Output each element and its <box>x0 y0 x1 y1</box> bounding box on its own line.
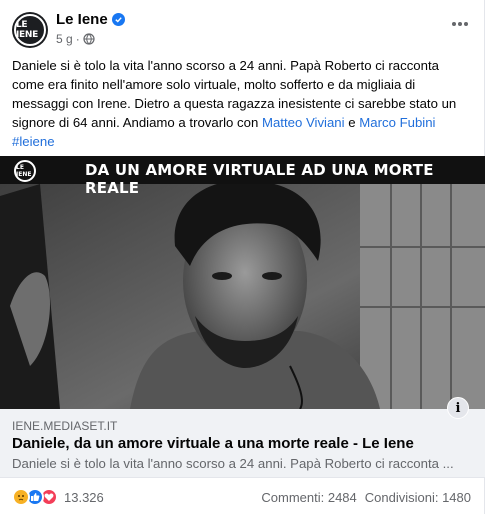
info-icon: i <box>455 400 461 416</box>
page-name-link[interactable]: Le Iene <box>56 11 108 28</box>
hashtag-leiene[interactable]: #leiene <box>12 134 55 149</box>
post-header: LE IENE Le Iene 5 g · <box>0 0 485 52</box>
avatar-logo-text: LE IENE <box>16 20 38 40</box>
comments-count[interactable]: Commenti: 2484 <box>261 490 356 505</box>
link-description: Daniele si è tolo la vita l'anno scorso … <box>12 456 454 471</box>
reaction-count[interactable]: 13.326 <box>64 490 104 505</box>
page-avatar[interactable]: LE IENE <box>12 12 48 48</box>
link-domain: IENE.MEDIASET.IT <box>12 419 118 433</box>
banner-logo: LE IENE <box>14 160 36 182</box>
mention-connector: e <box>348 115 356 130</box>
banner-logo-text: LE IENE <box>16 164 32 178</box>
post-image[interactable]: LE IENE DA UN AMORE VIRTUALE AD UNA MORT… <box>0 156 485 409</box>
info-button[interactable]: i <box>447 397 469 419</box>
post-text: Daniele si è tolo la vita l'anno scorso … <box>12 56 474 151</box>
more-icon <box>452 22 468 26</box>
shares-count[interactable]: Condivisioni: 1480 <box>365 490 471 505</box>
banner-title: DA UN AMORE VIRTUALE AD UNA MORTE REALE <box>85 161 434 197</box>
avatar-ring: LE IENE <box>14 14 46 46</box>
more-options-button[interactable] <box>446 10 474 38</box>
meta-separator: · <box>75 32 80 46</box>
engagement-stats: Commenti: 2484 Condivisioni: 1480 <box>261 490 471 505</box>
mention-marco-fubini[interactable]: Marco Fubini <box>359 115 435 130</box>
post-card: LE IENE Le Iene 5 g · Daniele si è tolo … <box>0 0 485 514</box>
mention-matteo-viviani[interactable]: Matteo Viviani <box>262 115 345 130</box>
link-preview[interactable]: i IENE.MEDIASET.IT Daniele, da un amore … <box>0 397 485 478</box>
post-footer: 13.326 Commenti: 2484 Condivisioni: 1480 <box>0 478 485 514</box>
reactions-summary[interactable]: 13.326 <box>12 488 104 506</box>
sad-reaction-icon <box>12 488 30 506</box>
post-time[interactable]: 5 g <box>56 32 73 46</box>
post-meta: 5 g · <box>56 32 95 46</box>
verified-icon <box>111 13 125 26</box>
page-name-row: Le Iene <box>56 11 125 28</box>
image-banner: LE IENE DA UN AMORE VIRTUALE AD UNA MORT… <box>0 156 485 197</box>
link-title[interactable]: Daniele, da un amore virtuale a una mort… <box>12 435 414 452</box>
globe-icon <box>83 33 95 45</box>
